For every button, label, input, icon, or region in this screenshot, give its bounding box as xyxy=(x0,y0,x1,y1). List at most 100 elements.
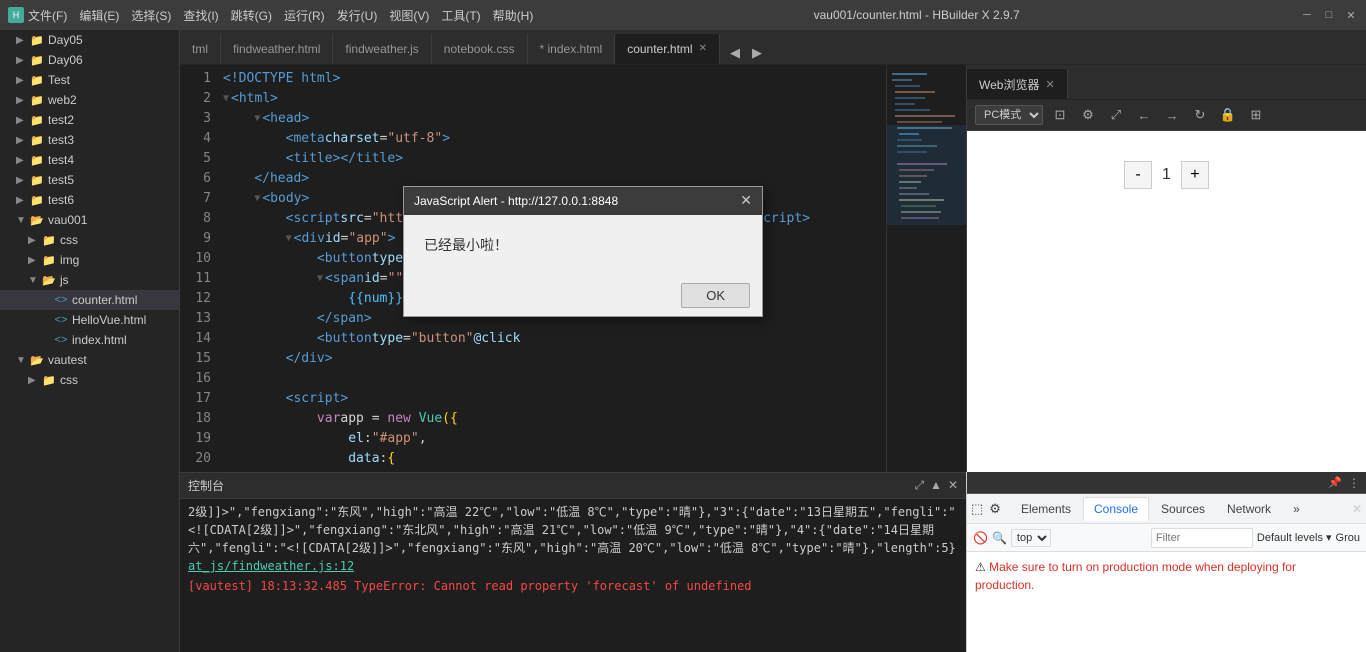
dialog-close-button[interactable]: ✕ xyxy=(740,192,752,209)
sidebar-item-test3[interactable]: ▶ 📁 test3 xyxy=(0,130,179,150)
code-line: data:{ xyxy=(223,449,878,469)
devtools-filter-input[interactable] xyxy=(1151,528,1253,548)
menu-tools[interactable]: 工具(T) xyxy=(441,7,480,24)
sidebar-item-vautest[interactable]: ▼ 📂 vautest xyxy=(0,350,179,370)
sidebar-item-day05[interactable]: ▶ 📁 Day05 xyxy=(0,30,179,50)
window-controls: ─ □ ✕ xyxy=(1300,8,1358,22)
new-tab-icon[interactable]: ⊡ xyxy=(1049,104,1071,126)
tab-close-icon[interactable]: ✕ xyxy=(699,43,707,54)
back-nav-icon[interactable]: ← xyxy=(1133,104,1155,126)
menu-publish[interactable]: 发行(U) xyxy=(337,7,378,24)
panel-close-icon[interactable]: ✕ xyxy=(948,478,958,493)
panel-up-icon[interactable]: ▲ xyxy=(930,478,942,493)
sidebar-item-css[interactable]: ▶ 📁 css xyxy=(0,230,179,250)
tab-findweather-js[interactable]: findweather.js xyxy=(333,34,431,64)
devtools-more-icon[interactable]: ⋮ xyxy=(1348,476,1360,490)
panel-expand-icon[interactable]: ⤢ xyxy=(914,478,924,493)
maximize-button[interactable]: □ xyxy=(1322,8,1336,22)
devtools-tab-console[interactable]: Console xyxy=(1083,497,1149,521)
tab-counter-html[interactable]: counter.html ✕ xyxy=(615,34,720,64)
sidebar-item-test6[interactable]: ▶ 📁 test6 xyxy=(0,190,179,210)
tab-notebook-css[interactable]: notebook.css xyxy=(432,34,528,64)
counter-minus-button[interactable]: - xyxy=(1124,161,1152,189)
menu-edit[interactable]: 编辑(E) xyxy=(79,7,119,24)
refresh-icon[interactable]: ↻ xyxy=(1189,104,1211,126)
tab-nav-prev[interactable]: ◀ xyxy=(724,42,746,64)
devtools-tab-elements[interactable]: Elements xyxy=(1011,498,1081,520)
devtools-tab-more[interactable]: » xyxy=(1283,498,1310,520)
sidebar-item-test5[interactable]: ▶ 📁 test5 xyxy=(0,170,179,190)
close-button[interactable]: ✕ xyxy=(1344,8,1358,22)
sidebar-item-vautest-css[interactable]: ▶ 📁 css xyxy=(0,370,179,390)
menu-view[interactable]: 视图(V) xyxy=(389,7,429,24)
menu-search[interactable]: 查找(I) xyxy=(183,7,218,24)
fold-arrow[interactable]: ▼ xyxy=(254,189,260,209)
fold-arrow[interactable]: ▼ xyxy=(286,229,292,249)
browser-preview: - 1 + xyxy=(967,131,1366,472)
menu-goto[interactable]: 跳转(G) xyxy=(231,7,272,24)
devtools-tab-sources[interactable]: Sources xyxy=(1151,498,1215,520)
console-error-line: [vautest] 18:13:32.485 TypeError: Cannot… xyxy=(188,577,958,595)
menu-select[interactable]: 选择(S) xyxy=(131,7,171,24)
window-title: vau001/counter.html - HBuilder X 2.9.7 xyxy=(814,8,1020,22)
menu-file[interactable]: 文件(F) xyxy=(28,7,67,24)
devtools-context-selector[interactable]: top xyxy=(1011,529,1051,547)
sidebar: ▶ 📁 Day05 ▶ 📁 Day06 ▶ 📁 Test ▶ 📁 web2 ▶ … xyxy=(0,30,180,652)
sidebar-item-index-html[interactable]: ▶ <> index.html xyxy=(0,330,179,350)
sidebar-item-test[interactable]: ▶ 📁 Test xyxy=(0,70,179,90)
fold-arrow[interactable]: ▼ xyxy=(223,89,229,109)
settings-icon[interactable]: ⚙ xyxy=(1077,104,1099,126)
sidebar-item-counter-html[interactable]: ▶ <> counter.html xyxy=(0,290,179,310)
counter-plus-button[interactable]: + xyxy=(1181,161,1209,189)
sidebar-item-web2[interactable]: ▶ 📁 web2 xyxy=(0,90,179,110)
fold-arrow[interactable]: ▼ xyxy=(254,109,260,129)
folder-icon: 📁 xyxy=(42,253,56,267)
collapse-arrow: ▼ xyxy=(16,215,28,226)
titlebar-left: H 文件(F) 编辑(E) 选择(S) 查找(I) 跳转(G) 运行(R) 发行… xyxy=(8,7,533,24)
menu-run[interactable]: 运行(R) xyxy=(284,7,325,24)
collapse-arrow: ▶ xyxy=(16,155,28,166)
sidebar-item-day06[interactable]: ▶ 📁 Day06 xyxy=(0,50,179,70)
code-line: ▼<html> xyxy=(223,89,878,109)
sidebar-item-label: counter.html xyxy=(72,293,137,307)
tab-findweather-html[interactable]: findweather.html xyxy=(221,34,333,64)
tab-index-html[interactable]: * index.html xyxy=(528,34,616,64)
dialog-ok-button[interactable]: OK xyxy=(681,283,750,308)
bottom-panel: 控制台 ⤢ ▲ ✕ 2级]]>","fengxiang":"东风","high"… xyxy=(180,472,966,652)
forward-nav-icon[interactable]: → xyxy=(1161,104,1183,126)
sidebar-item-img[interactable]: ▶ 📁 img xyxy=(0,250,179,270)
console-link[interactable]: at_js/findweather.js:12 xyxy=(188,559,354,573)
sidebar-item-js[interactable]: ▼ 📂 js xyxy=(0,270,179,290)
html-file-icon: <> xyxy=(54,333,68,347)
folder-open-icon: 📂 xyxy=(30,213,44,227)
devtools-clear-icon[interactable]: 🚫 xyxy=(973,531,988,545)
devtools-message: ⚠ Make sure to turn on production mode w… xyxy=(975,558,1358,594)
devtools-pin-icon[interactable]: 📌 xyxy=(1328,476,1342,489)
mode-selector[interactable]: PC模式 xyxy=(975,105,1043,125)
devtools-levels-label[interactable]: Default levels ▾ xyxy=(1257,531,1332,544)
sidebar-item-test4[interactable]: ▶ 📁 test4 xyxy=(0,150,179,170)
menu-help[interactable]: 帮助(H) xyxy=(493,7,534,24)
tab-label: findweather.js xyxy=(345,42,418,56)
minimize-button[interactable]: ─ xyxy=(1300,8,1314,22)
tab-tml[interactable]: tml xyxy=(180,34,221,64)
browser-tab[interactable]: Web浏览器 ✕ xyxy=(967,69,1068,99)
sidebar-item-vau001[interactable]: ▼ 📂 vau001 xyxy=(0,210,179,230)
grid-icon[interactable]: ⊞ xyxy=(1245,104,1267,126)
folder-icon: 📁 xyxy=(30,33,44,47)
sidebar-item-label: img xyxy=(60,253,79,267)
browser-tab-close[interactable]: ✕ xyxy=(1045,78,1054,91)
sidebar-item-hellovue-html[interactable]: ▶ <> HelloVue.html xyxy=(0,310,179,330)
devtools-group-label[interactable]: Grou xyxy=(1336,532,1360,544)
tab-nav-next[interactable]: ▶ xyxy=(746,42,768,64)
devtools-tab-network[interactable]: Network xyxy=(1217,498,1281,520)
devtools-inspect-icon[interactable]: ⬚ xyxy=(971,501,983,517)
sidebar-item-test2[interactable]: ▶ 📁 test2 xyxy=(0,110,179,130)
devtools-filter-icon[interactable]: 🔍 xyxy=(992,531,1007,545)
devtools-close-icon[interactable]: ✕ xyxy=(1352,502,1362,516)
fold-arrow[interactable]: ▼ xyxy=(317,269,323,289)
code-line: el:"#app", xyxy=(223,429,878,449)
expand-icon[interactable]: ⤢ xyxy=(1105,104,1127,126)
folder-icon: 📁 xyxy=(30,53,44,67)
devtools-settings-icon[interactable]: ⚙ xyxy=(989,501,1001,517)
